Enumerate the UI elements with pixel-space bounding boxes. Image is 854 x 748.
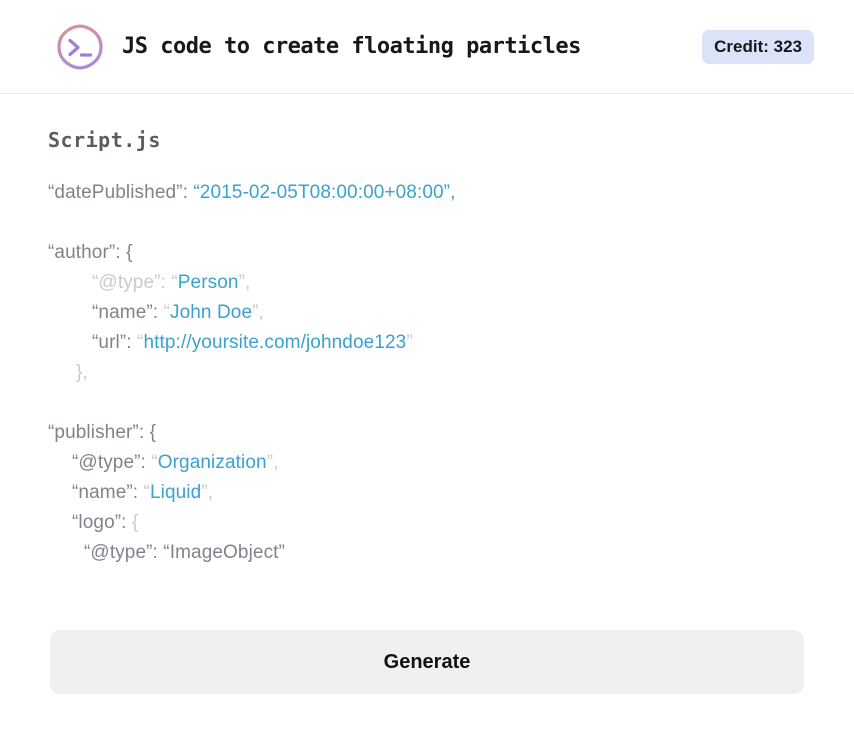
code-token-key: “@type”: “ImageObject” <box>84 542 285 563</box>
code-line: “url”: “http://yoursite.com/johndoe123” <box>48 328 806 358</box>
code-token-value: Organization <box>157 452 267 473</box>
code-token-value: John Doe <box>169 302 253 323</box>
code-line: “logo”: { <box>48 508 806 538</box>
page-title: JS code to create floating particles <box>122 34 581 59</box>
code-token-faded: ”, <box>266 452 279 473</box>
code-token-faded: ”, <box>201 482 214 503</box>
code-line: }, <box>48 358 806 388</box>
code-line: “name”: “John Doe”, <box>48 298 806 328</box>
code-token-value: Person <box>177 272 239 293</box>
code-token-key: “name”: <box>92 302 164 323</box>
code-line: “@type”: “ImageObject” <box>48 538 806 568</box>
code-line: “datePublished”: “2015-02-05T08:00:00+08… <box>48 178 806 208</box>
code-token-value: Liquid <box>149 482 202 503</box>
terminal-prompt-hexagon-icon <box>57 24 103 69</box>
credit-badge: Credit: 323 <box>702 29 814 64</box>
code-line: “publisher”: { <box>48 418 806 448</box>
code-token-key: “author”: { <box>48 242 133 263</box>
script-filename-heading: Script.js <box>48 128 161 152</box>
main-content: Script.js “datePublished”: “2015-02-05T0… <box>0 128 854 568</box>
code-token-key: “logo”: <box>72 512 132 533</box>
code-token-value: http://yoursite.com/johndoe123 <box>143 332 407 353</box>
code-token-faded: “@type”: <box>92 272 172 293</box>
code-line: “@type”: “Organization”, <box>48 448 806 478</box>
code-token-faded: { <box>131 512 139 533</box>
generate-button[interactable]: Generate <box>50 630 804 694</box>
footer: Generate <box>0 630 854 694</box>
code-line: “author”: { <box>48 238 806 268</box>
code-token-key: “url”: <box>92 332 138 353</box>
code-token-faded: ” <box>406 332 413 353</box>
code-line: “@type”: “Person”, <box>48 268 806 298</box>
code-token-key: “datePublished”: <box>48 182 194 203</box>
code-token-faded: }, <box>76 362 88 383</box>
code-token-key: “@type”: <box>72 452 152 473</box>
code-token-key: “name”: <box>72 482 144 503</box>
code-token-faded: ”, <box>238 272 251 293</box>
code-token-value: “2015-02-05T08:00:00+08:00”, <box>193 182 456 203</box>
header: JS code to create floating particles Cre… <box>0 0 854 94</box>
code-line: “name”: “Liquid”, <box>48 478 806 508</box>
code-block: “datePublished”: “2015-02-05T08:00:00+08… <box>48 178 806 568</box>
code-token-faded: ”, <box>252 302 264 323</box>
code-token-key: “publisher”: { <box>48 422 157 443</box>
